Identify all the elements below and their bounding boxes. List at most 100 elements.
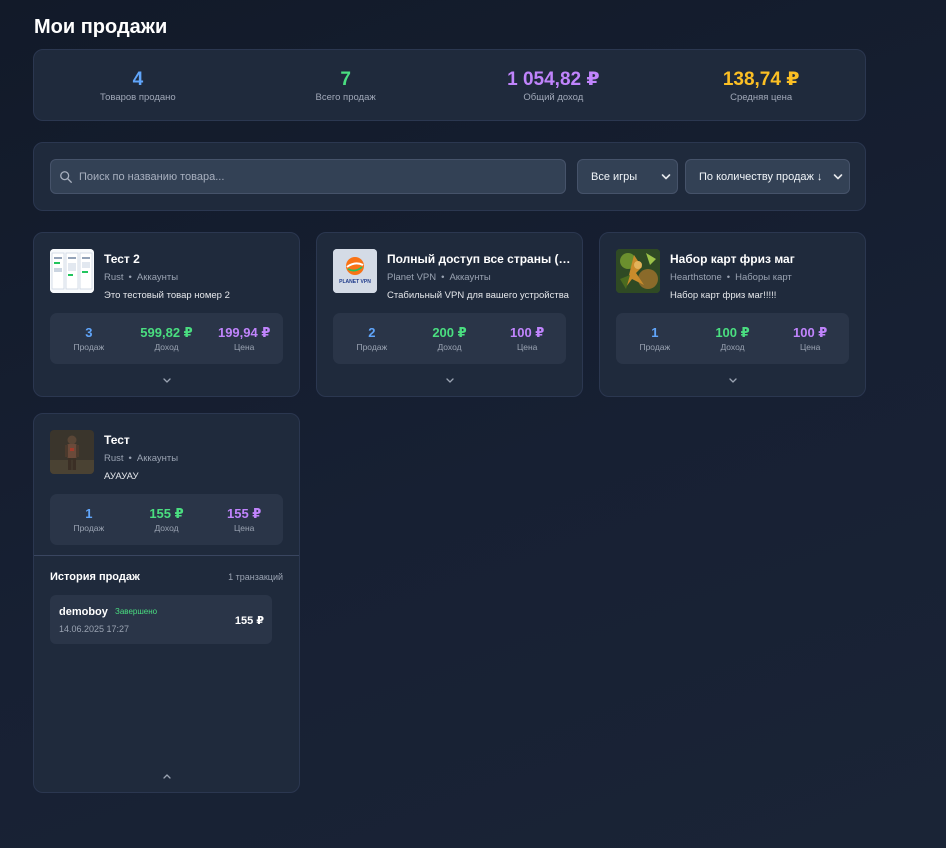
stat-price: 155 ₽ Цена [205,494,283,545]
planet-vpn-logo-icon: PLANET VPN [333,249,377,293]
product-game: Planet VPN [387,272,437,283]
product-card[interactable]: Набор карт фриз маг Hearthstone • Наборы к… [599,232,866,397]
stat-value: 138,74 ₽ [722,69,800,90]
stat-price: 100 ₽ Цена [488,313,566,364]
product-card[interactable]: PLANET VPN Полный доступ все страны (1..… [316,232,583,397]
search-input[interactable] [79,160,559,193]
status-badge: Завершено [115,607,158,616]
rust-character-art-icon [50,430,94,474]
transaction-buyer: demoboy [59,606,108,618]
stat-price: 199,94 ₽ Цена [205,313,283,364]
product-title: Тест [104,433,130,447]
game-filter-select[interactable]: Все игры [577,159,678,194]
history-title: История продаж [50,571,140,583]
stat-label: Доход [720,342,745,352]
product-card-expanded[interactable]: Тест Rust • Аккаунты АУАУАУ 1 Продаж 155 ₽… [33,413,300,793]
summary-panel: 4 Товаров продано 7 Всего продаж 1 054,8… [33,49,866,121]
stat-label: Продаж [73,523,105,533]
stat-value: 200 ₽ [432,325,467,340]
screenshot-thumbnail-icon [50,249,94,293]
stat-income: 599,82 ₽ Доход [128,313,206,364]
stat-total-sales: 7 Всего продаж [242,50,450,120]
product-category: Наборы карт [735,272,792,283]
stat-label: Цена [516,342,538,352]
stat-sales: 1 Продаж [616,313,694,364]
product-game: Hearthstone [670,272,722,283]
stat-value: 100 ₽ [715,325,750,340]
stat-label: Доход [437,342,462,352]
stat-value: 155 ₽ [227,506,262,521]
chevron-down-icon[interactable] [727,377,739,385]
stat-value: 3 [85,325,93,340]
chevron-down-icon[interactable] [444,377,456,385]
transaction-amount: 155 ₽ [234,615,264,627]
product-meta: Hearthstone • Наборы карт [670,272,792,283]
stat-label: Товаров продано [100,92,176,103]
product-meta: Rust • Аккаунты [104,453,178,464]
history-count: 1 транзакций [228,572,283,582]
game-filter-value: Все игры [591,170,638,183]
separator-dot: • [128,453,132,464]
hearthstone-art-icon [616,249,660,293]
stat-total-income: 1 054,82 ₽ Общий доход [450,50,658,120]
transaction-item[interactable]: demoboy Завершено 14.06.2025 17:27 155 ₽ [50,595,272,644]
product-stats: 3 Продаж 599,82 ₽ Доход 199,94 ₽ Цена [50,313,283,364]
separator-dot: • [441,272,445,283]
stat-value: 1 [85,506,93,521]
product-meta: Planet VPN • Аккаунты [387,272,491,283]
stat-sales: 2 Продаж [333,313,411,364]
product-category: Аккаунты [136,272,179,283]
chevron-down-icon [833,174,843,180]
sort-select[interactable]: По количеству продаж ↓ [685,159,850,194]
stat-products-sold: 4 Товаров продано [34,50,242,120]
stat-label: Продаж [356,342,388,352]
chevron-down-icon [661,174,671,180]
stat-value: 4 [132,69,144,90]
stat-value: 199,94 ₽ [217,325,271,340]
stat-value: 155 ₽ [149,506,184,521]
search-icon [60,171,72,183]
stat-label: Доход [154,523,179,533]
stat-income: 100 ₽ Доход [694,313,772,364]
separator-dot: • [726,272,731,283]
stat-value: 2 [368,325,376,340]
sort-value: По количеству продаж ↓ [699,170,823,183]
product-category: Аккаунты [449,272,491,283]
product-meta: Rust • Аккаунты [104,272,178,283]
product-title: Набор карт фриз маг [670,252,795,266]
product-description: Это тестовый товар номер 2 [104,290,230,301]
stat-label: Цена [233,342,255,352]
chevron-up-icon[interactable] [161,772,173,780]
stat-label: Доход [154,342,179,352]
stat-label: Общий доход [523,92,584,103]
stat-sales: 1 Продаж [50,494,128,545]
stat-label: Цена [233,523,255,533]
stat-sales: 3 Продаж [50,313,128,364]
planet-vpn-logo-text: PLANET VPN [339,279,371,285]
product-card[interactable]: Тест 2 Rust • Аккаунты Это тестовый товар … [33,232,300,397]
transaction-date: 14.06.2025 17:27 [59,624,130,634]
search-box[interactable] [50,159,566,194]
stat-value: 7 [340,69,351,90]
chevron-down-icon[interactable] [161,377,173,385]
stat-value: 100 ₽ [793,325,828,340]
stat-value: 1 054,82 ₽ [507,69,600,90]
stat-label: Продаж [639,342,671,352]
separator-dot: • [128,272,132,283]
product-stats: 2 Продаж 200 ₽ Доход 100 ₽ Цена [333,313,566,364]
stat-value: 1 [651,325,659,340]
stat-price: 100 ₽ Цена [771,313,849,364]
product-game: Rust [104,272,124,283]
product-title: Тест 2 [104,252,140,266]
product-title: Полный доступ все страны (1... [387,252,572,266]
product-stats: 1 Продаж 155 ₽ Доход 155 ₽ Цена [50,494,283,545]
product-description: АУАУАУ [104,471,139,482]
stat-average-price: 138,74 ₽ Средняя цена [657,50,865,120]
stat-value: 599,82 ₽ [140,325,193,340]
product-description: Набор карт фриз маг!!!!! [670,290,777,301]
stat-value: 100 ₽ [510,325,545,340]
stat-label: Всего продаж [315,92,376,103]
stat-label: Средняя цена [730,92,793,103]
product-stats: 1 Продаж 100 ₽ Доход 100 ₽ Цена [616,313,849,364]
stat-label: Цена [799,342,821,352]
